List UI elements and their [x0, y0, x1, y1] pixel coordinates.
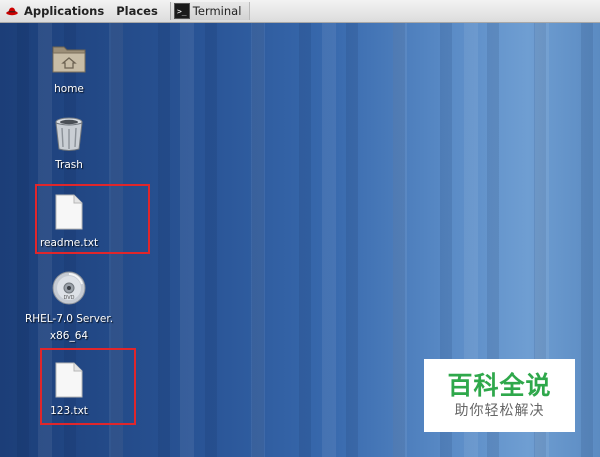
desktop-screen: Applications Places >_ Terminal home Tra… [0, 0, 600, 457]
highlight-box-readme [35, 184, 150, 254]
folder-home-icon [49, 38, 89, 78]
places-label: Places [116, 4, 158, 18]
desktop-item-rhel-disc[interactable]: DVD RHEL-7.0 Server. x86_64 [24, 268, 114, 344]
svg-text:DVD: DVD [63, 295, 74, 301]
applications-menu[interactable]: Applications [0, 0, 110, 22]
desktop-item-home[interactable]: home [24, 38, 114, 97]
desktop-item-label-line2: x86_64 [49, 330, 89, 342]
redhat-logo-icon [6, 7, 18, 16]
taskbar-terminal-button[interactable]: >_ Terminal [169, 2, 251, 20]
watermark-title: 百科全说 [447, 370, 552, 400]
desktop-item-label: Trash [55, 159, 83, 171]
desktop-item-label: home [54, 83, 84, 95]
taskbar-terminal-label: Terminal [192, 4, 242, 18]
watermark-logo: 百科全说 助你轻松解决 [424, 359, 575, 432]
highlight-box-123 [40, 348, 136, 425]
optical-disc-icon: DVD [49, 268, 89, 308]
places-menu[interactable]: Places [110, 0, 164, 22]
top-panel: Applications Places >_ Terminal [0, 0, 600, 23]
desktop-item-label-line1: RHEL-7.0 Server. [24, 313, 114, 325]
trash-icon [49, 114, 89, 154]
applications-label: Applications [24, 4, 105, 18]
desktop-item-trash[interactable]: Trash [24, 114, 114, 173]
watermark-subtitle: 助你轻松解决 [454, 402, 545, 419]
terminal-icon: >_ [173, 3, 190, 19]
